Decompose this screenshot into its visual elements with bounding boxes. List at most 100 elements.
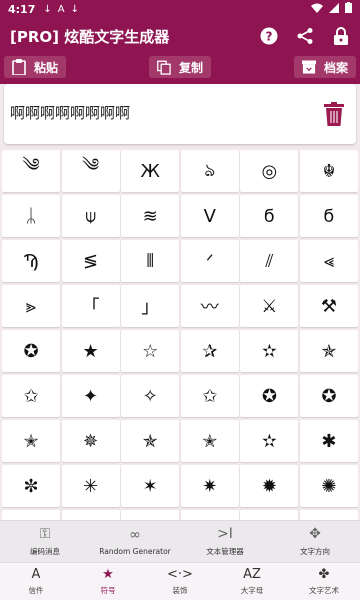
nav-item-az[interactable]: AZ 大字母	[216, 563, 288, 600]
nav-item-bug[interactable]: ✤ 文字艺术	[288, 563, 360, 600]
symbol-cell[interactable]: ✦	[61, 375, 120, 417]
symbol-cell[interactable]: ⚒	[299, 285, 358, 327]
symbol-cell[interactable]: ≋	[121, 195, 180, 237]
symbol-cell[interactable]: ✪	[299, 375, 358, 417]
symbol-cell[interactable]: ◎	[240, 150, 299, 192]
battery-icon	[345, 2, 352, 16]
symbol-cell[interactable]: ༄	[61, 150, 120, 192]
paste-label: 粘贴	[34, 60, 59, 75]
trash-icon[interactable]	[324, 102, 344, 126]
archive-icon	[301, 60, 316, 74]
symbol-cell[interactable]: ✧	[121, 375, 180, 417]
symbol-cell[interactable]: Ж	[121, 150, 180, 192]
app-title: [PRO] 炫酷文字生成器	[10, 27, 170, 46]
bottom-nav: A 信件 ★ 符号 <·> 装饰 AZ 大字母 ✤ 文字艺术	[0, 562, 360, 600]
symbol-cell[interactable]: ϭ	[299, 195, 358, 237]
tool-arrows[interactable]: ✥ 文字方向	[270, 521, 360, 562]
symbol-cell[interactable]: ✹	[299, 510, 358, 520]
symbol-cell[interactable]: ✹	[240, 510, 299, 520]
tool-label: 编码消息	[30, 547, 60, 556]
nav-item-code[interactable]: <·> 装饰	[144, 563, 216, 600]
symbol-cell[interactable]: ϭ	[240, 195, 299, 237]
symbol-cell[interactable]: ⍦	[61, 195, 120, 237]
symbol-cell[interactable]: ✷	[180, 465, 239, 507]
symbol-cell[interactable]: ✪	[240, 375, 299, 417]
symbol-cell[interactable]: ✹	[121, 510, 180, 520]
symbol-cell[interactable]: ⫽	[240, 240, 299, 282]
lock-icon[interactable]	[332, 27, 350, 45]
symbol-cell[interactable]: 〰	[180, 285, 239, 327]
star-icon: ★	[102, 567, 114, 582]
a-icon: A	[57, 3, 65, 15]
symbol-cell[interactable]: ✺	[299, 465, 358, 507]
symbol-cell[interactable]: ✳	[61, 465, 120, 507]
tool-cursor[interactable]: >I 文本管理器	[180, 521, 270, 562]
nav-item-text[interactable]: A 信件	[0, 563, 72, 600]
symbol-cell[interactable]: ✶	[121, 465, 180, 507]
symbol-cell[interactable]: ✫	[240, 420, 299, 462]
symbol-cell[interactable]: ✯	[299, 330, 358, 372]
symbol-cell[interactable]: ⦀	[121, 240, 180, 282]
archive-button[interactable]: 档案	[293, 56, 356, 78]
code-icon: <·>	[167, 567, 193, 582]
text-input-box[interactable]: 啊啊啊啊啊啊啊啊	[4, 84, 356, 144]
symbol-cell[interactable]: ⪡	[299, 240, 358, 282]
copy-label: 复制	[178, 60, 203, 75]
symbol-cell[interactable]: ᐯ	[180, 195, 239, 237]
symbol-cell[interactable]: ✩	[2, 375, 60, 417]
arrows-icon: ✥	[309, 526, 321, 542]
text-input[interactable]: 啊啊啊啊啊啊啊啊	[10, 102, 130, 123]
symbol-cell[interactable]: ✩	[180, 375, 239, 417]
symbol-cell[interactable]: ⚔	[240, 285, 299, 327]
wifi-icon	[311, 3, 323, 16]
nav-item-star[interactable]: ★ 符号	[72, 563, 144, 600]
tool-label: Random Generator	[99, 547, 171, 556]
symbol-cell[interactable]: ≶	[61, 240, 120, 282]
tool-infinity[interactable]: ∞ Random Generator	[90, 521, 180, 562]
symbol-cell[interactable]: ✹	[61, 510, 120, 520]
copy-button[interactable]: 复制	[148, 56, 211, 78]
symbol-cell[interactable]: 」	[121, 285, 180, 327]
status-time: 4:17	[8, 2, 36, 16]
symbol-cell[interactable]: ༄	[2, 150, 60, 192]
nav-label: 信件	[28, 586, 44, 595]
action-row: 粘贴 复制 档案	[0, 54, 360, 84]
symbol-cell[interactable]: ☬	[299, 150, 358, 192]
symbol-cell[interactable]: ☆	[121, 330, 180, 372]
share-icon[interactable]	[296, 27, 314, 45]
symbol-cell[interactable]: ✵	[61, 420, 120, 462]
download-icon: ↓	[70, 3, 79, 15]
infinity-icon: ∞	[129, 527, 141, 543]
symbol-cell[interactable]: ✫	[240, 330, 299, 372]
symbol-cell[interactable]: ✼	[2, 465, 60, 507]
symbol-cell[interactable]: ✭	[2, 420, 60, 462]
symbol-cell[interactable]: ✹	[180, 510, 239, 520]
tools-bar: ⚿ 编码消息 ∞ Random Generator >I 文本管理器 ✥ 文字方向	[0, 520, 360, 562]
symbol-cell[interactable]: ✰	[180, 330, 239, 372]
symbol-cell[interactable]: ★	[61, 330, 120, 372]
nav-label: 文字艺术	[309, 586, 339, 595]
symbol-cell[interactable]: ✭	[180, 420, 239, 462]
help-icon[interactable]: ?	[260, 27, 278, 45]
app-bar: [PRO] 炫酷文字生成器 ?	[0, 18, 360, 54]
key-icon: ⚿	[39, 526, 51, 542]
tool-key[interactable]: ⚿ 编码消息	[0, 521, 90, 562]
symbol-cell[interactable]: ✱	[299, 420, 358, 462]
symbol-cell[interactable]: 「	[61, 285, 120, 327]
symbol-cell[interactable]: ✯	[121, 420, 180, 462]
symbol-cell[interactable]: Ϡ	[2, 240, 60, 282]
status-bar: 4:17 ↓ A ↓	[0, 0, 360, 18]
symbol-cell[interactable]: ✪	[2, 330, 60, 372]
nav-label: 符号	[100, 586, 116, 595]
svg-text:?: ?	[266, 30, 273, 44]
paste-button[interactable]: 粘贴	[4, 56, 67, 78]
symbol-cell[interactable]: ᛦ	[2, 195, 60, 237]
nav-label: 装饰	[172, 586, 188, 595]
nav-label: 大字母	[240, 586, 264, 595]
symbol-cell[interactable]: ঌ	[180, 150, 239, 192]
symbol-cell[interactable]: ⪢	[2, 285, 60, 327]
symbol-cell[interactable]: ᐟ	[180, 240, 239, 282]
symbol-cell[interactable]: ✹	[2, 510, 60, 520]
az-icon: AZ	[243, 567, 261, 582]
symbol-cell[interactable]: ✹	[240, 465, 299, 507]
